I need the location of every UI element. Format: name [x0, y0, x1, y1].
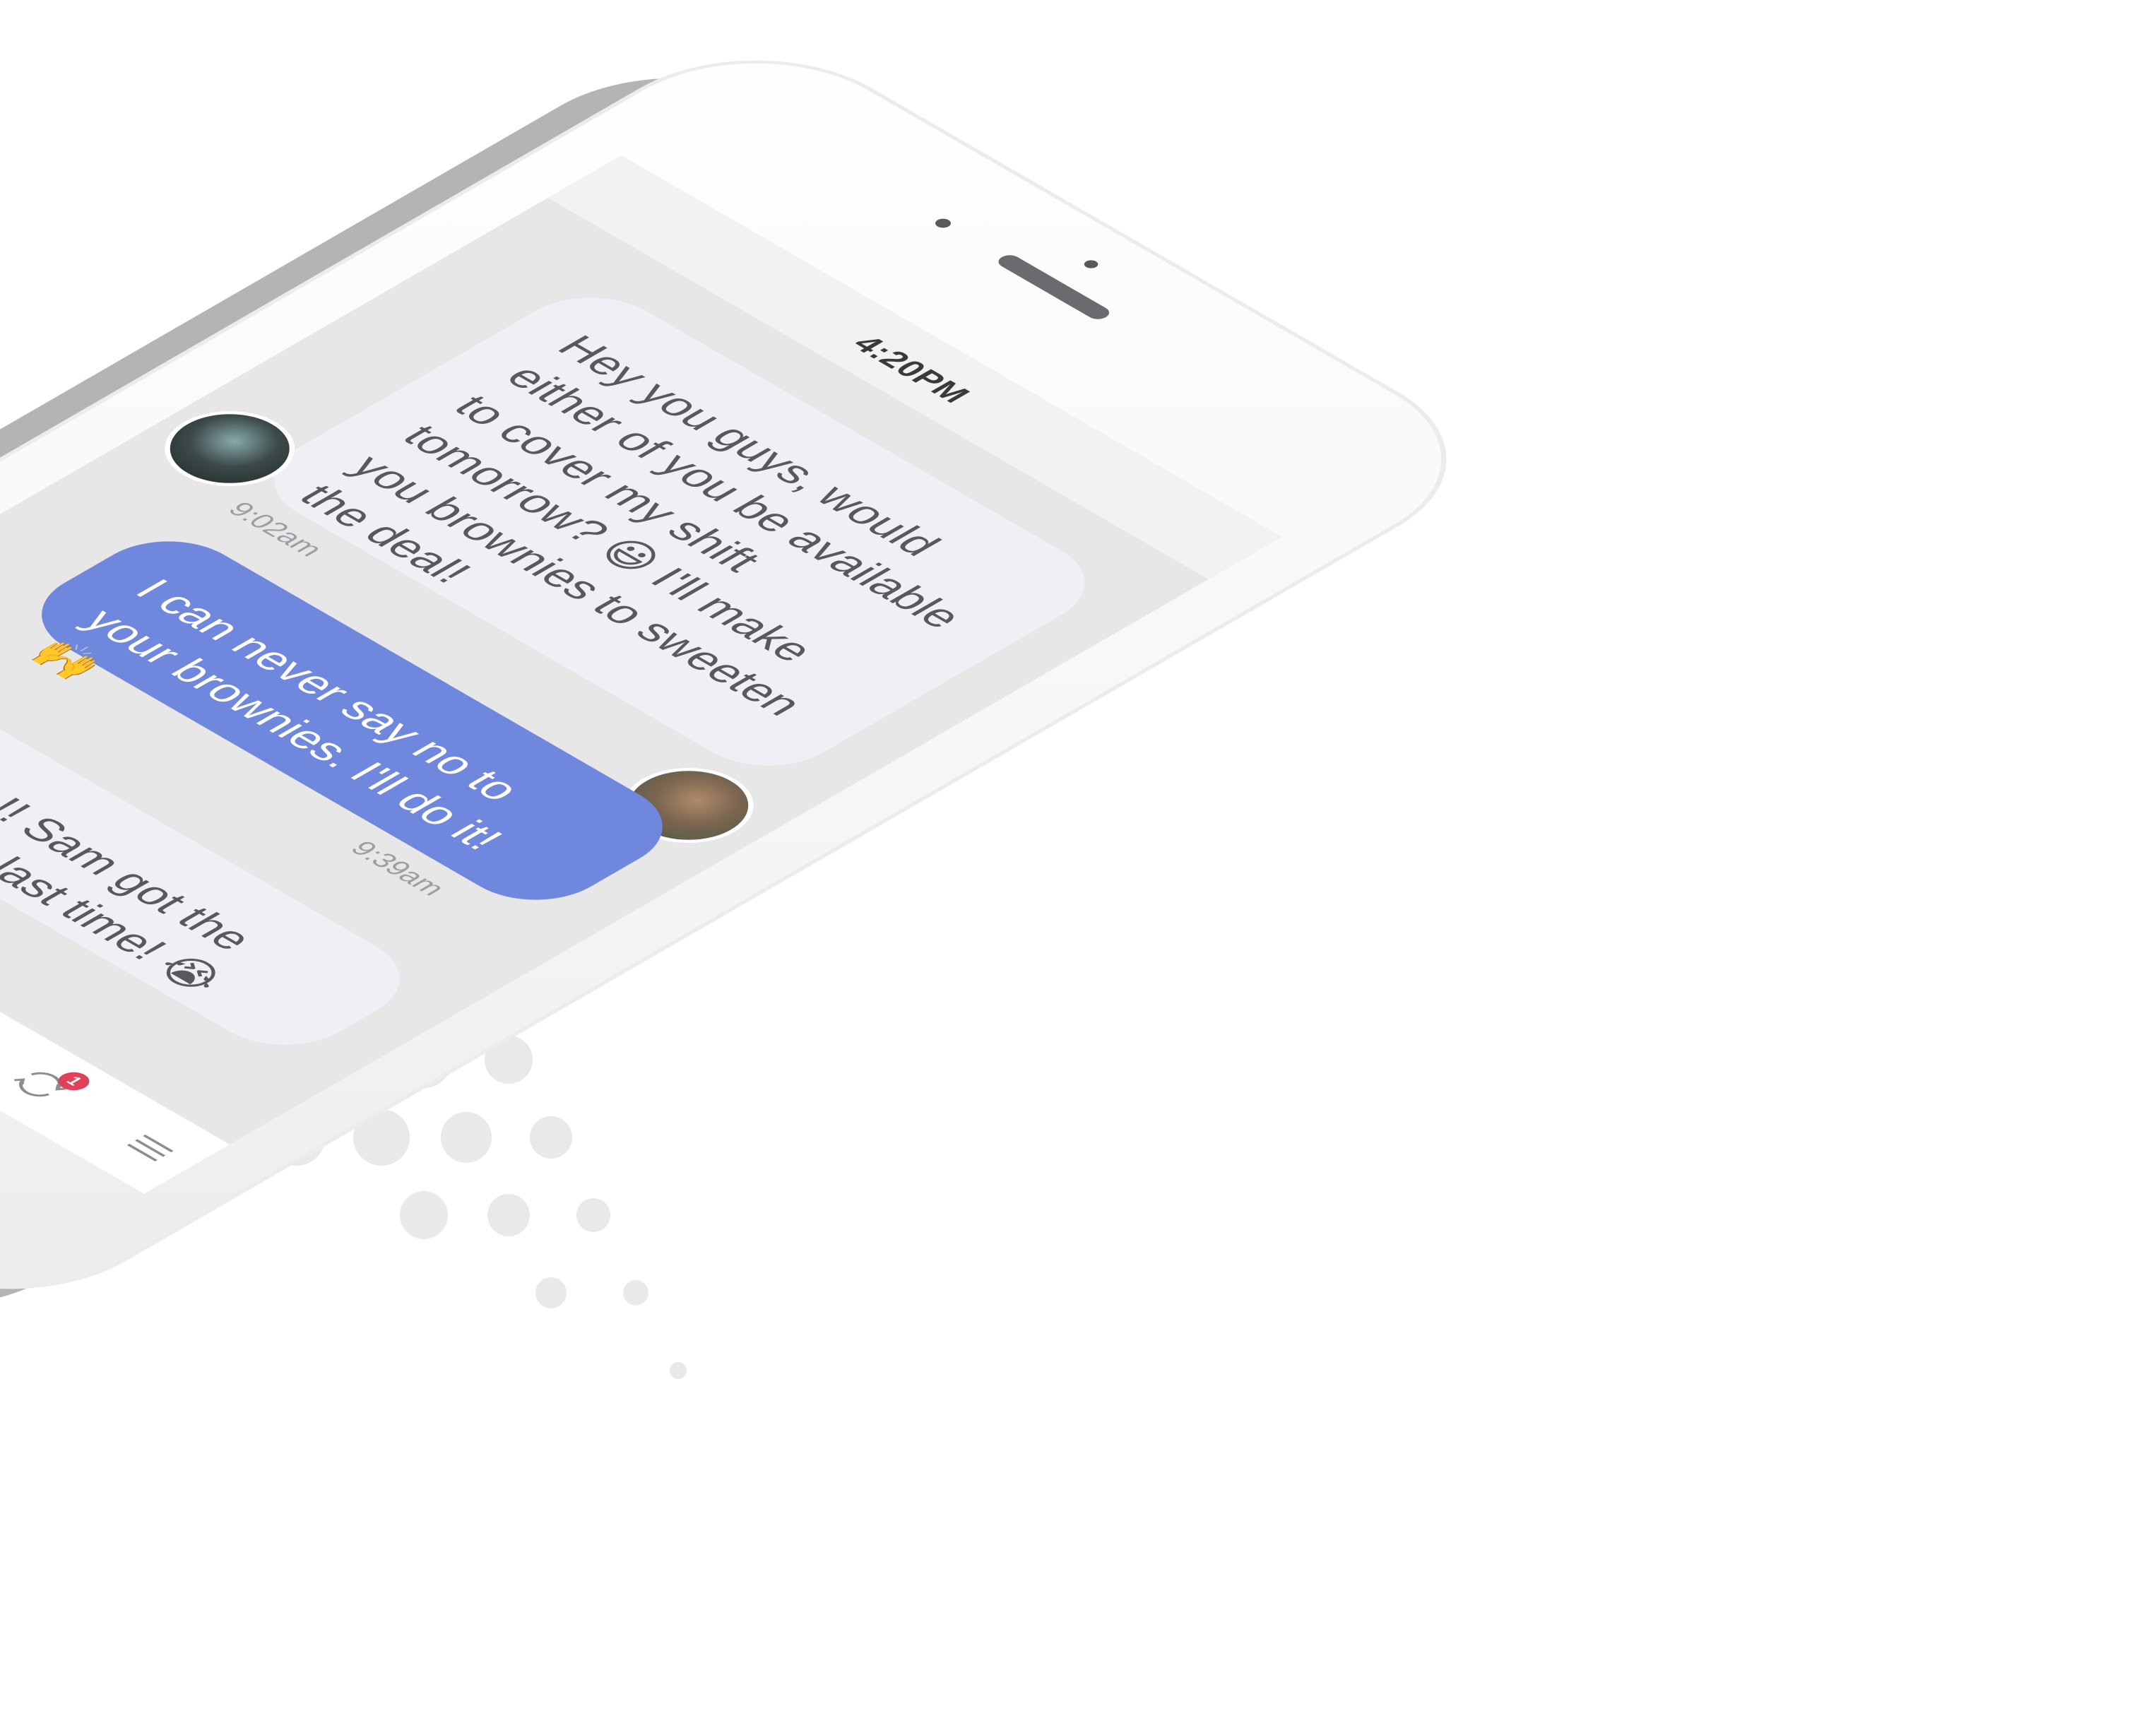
- tab-shift-swap[interactable]: 1: [0, 1056, 96, 1113]
- tab-menu[interactable]: [101, 1120, 199, 1176]
- front-camera: [932, 217, 954, 230]
- sensor-dot: [1081, 259, 1101, 270]
- promo-stage: 4:20PM Hey you guys, would either of you…: [0, 0, 2156, 1716]
- menu-icon: [126, 1135, 174, 1161]
